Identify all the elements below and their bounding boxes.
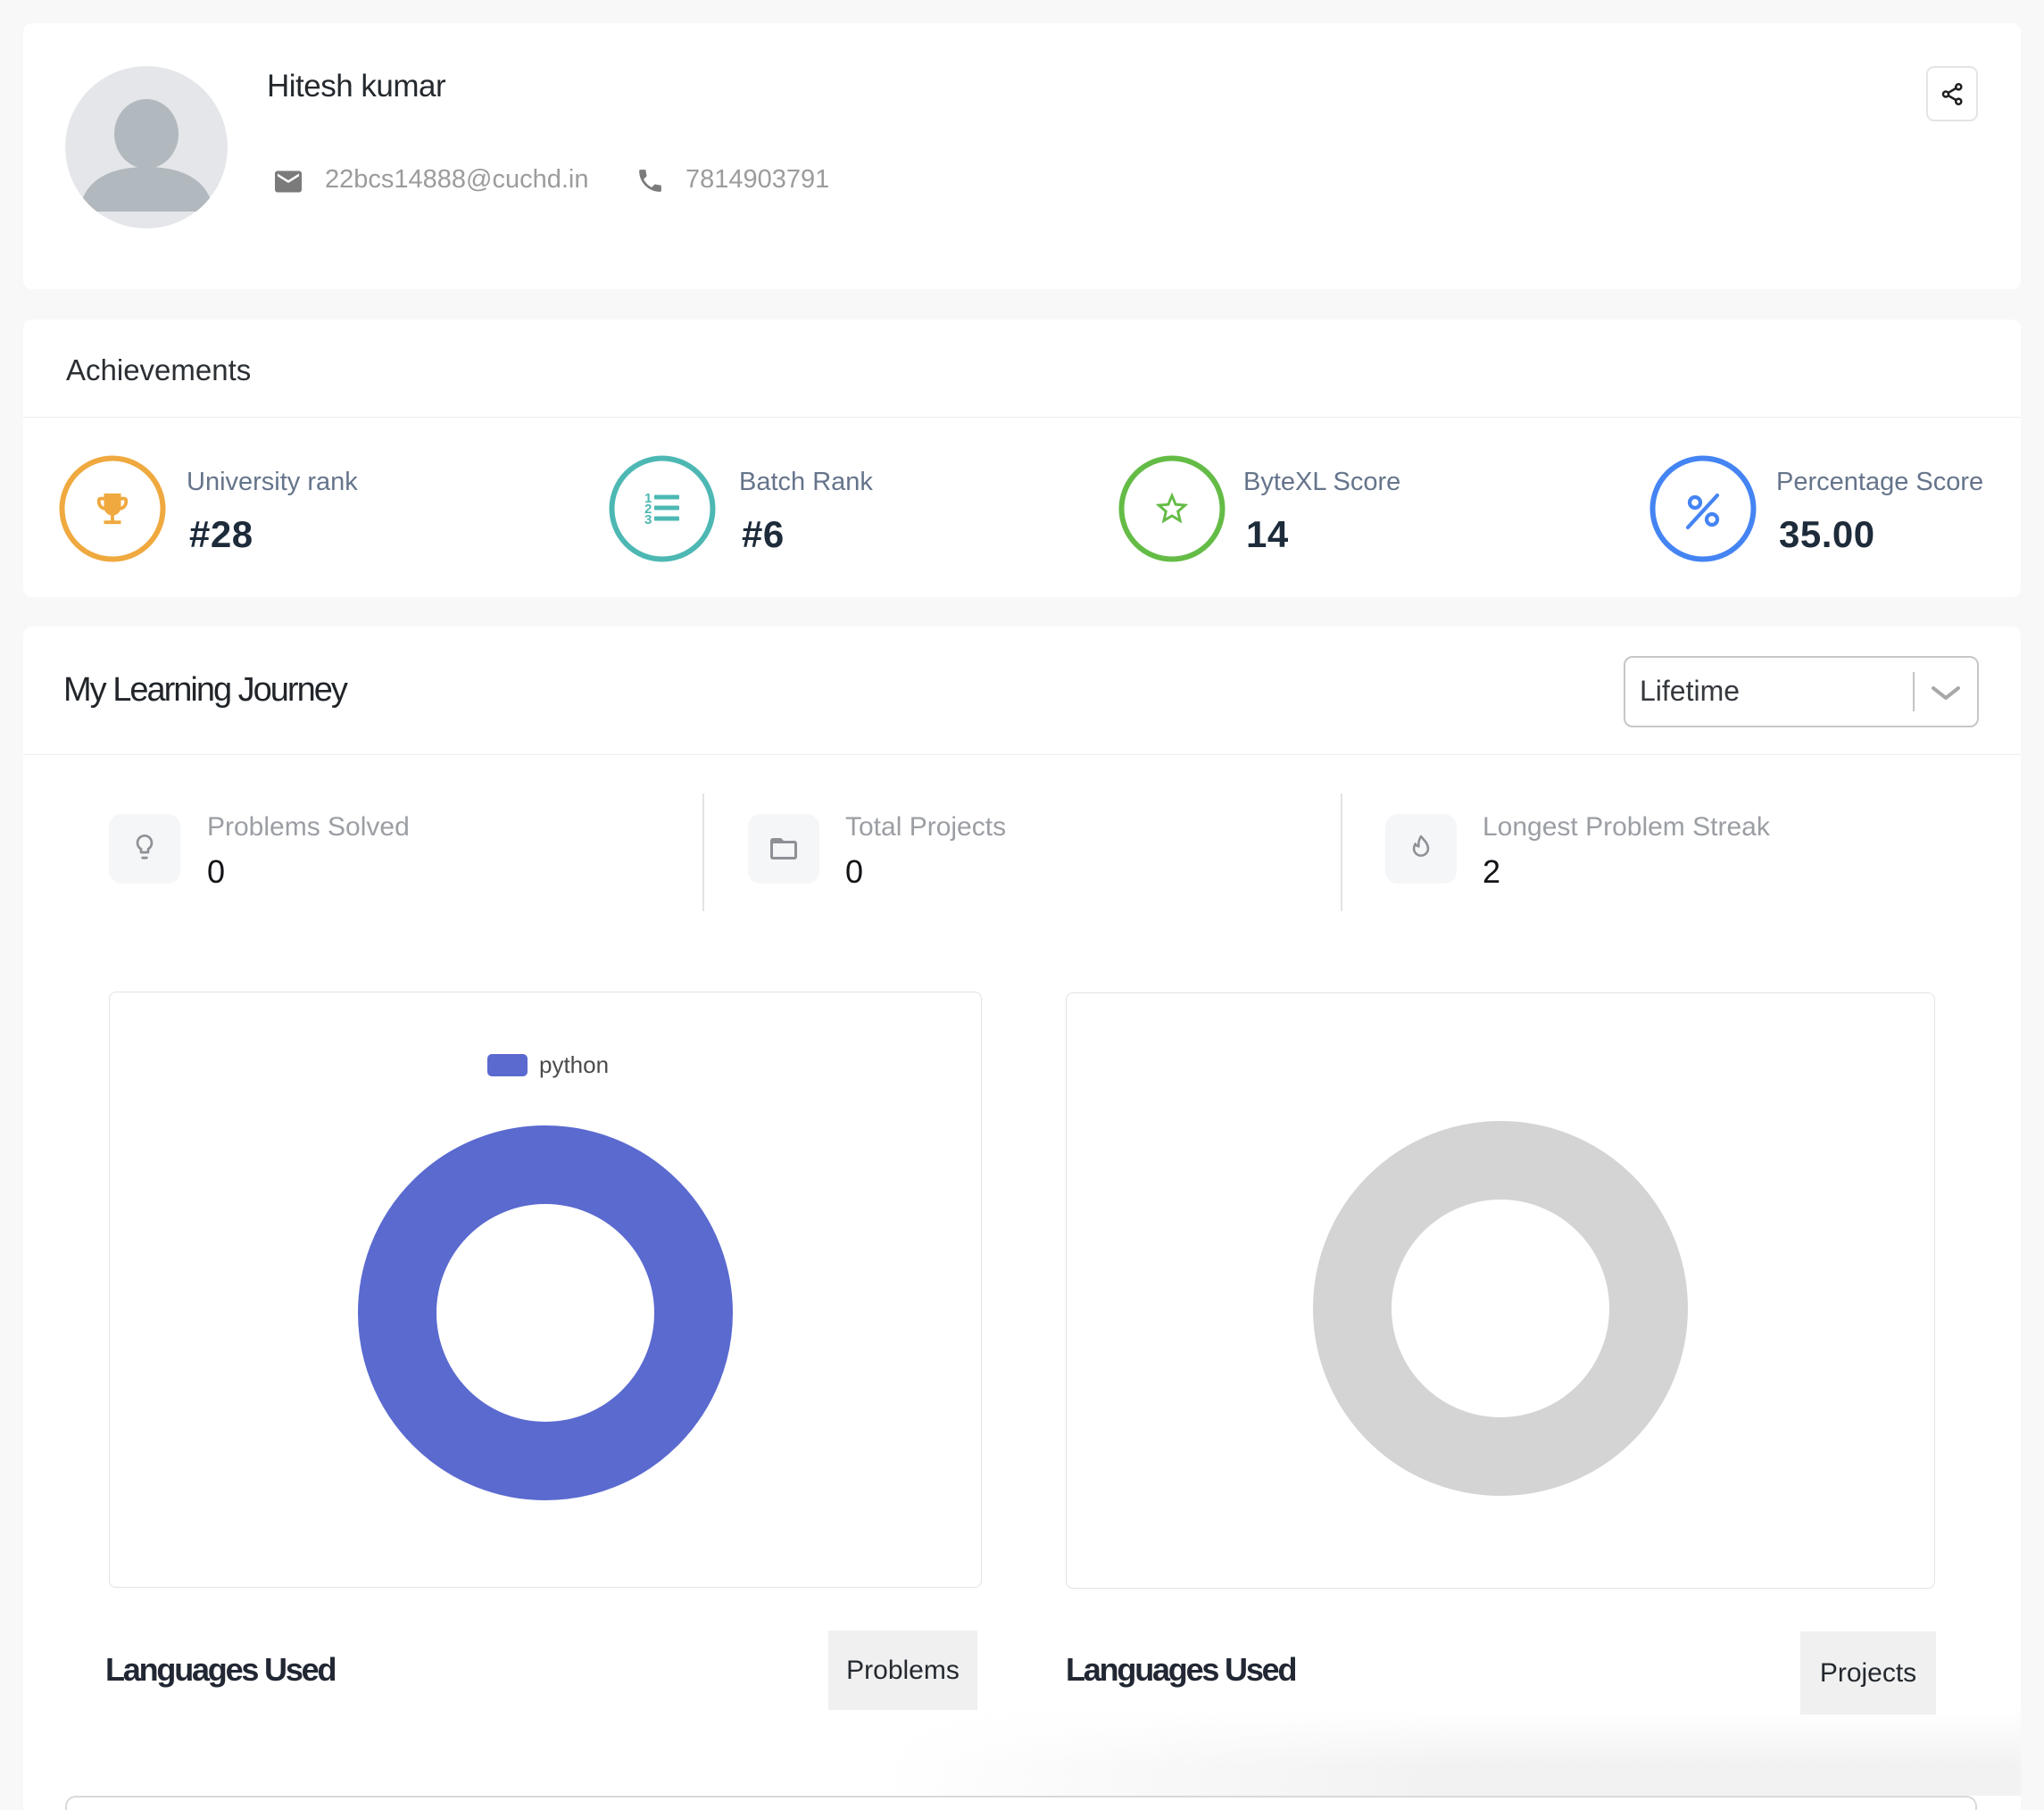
svg-text:3: 3 — [644, 512, 652, 527]
